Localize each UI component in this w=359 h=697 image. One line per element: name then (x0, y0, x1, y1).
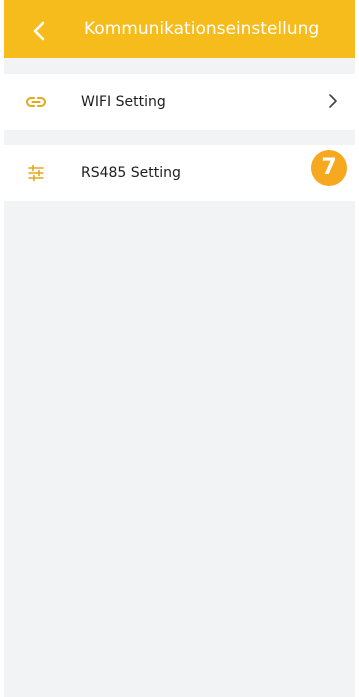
communication-settings-screen: Kommunikationseinstellung WIFI Setting R… (4, 0, 355, 697)
wifi-setting-label: WIFI Setting (81, 94, 166, 110)
chevron-right-icon (329, 94, 337, 108)
back-button[interactable] (24, 16, 54, 46)
app-header: Kommunikationseinstellung (4, 0, 355, 58)
page-title: Kommunikationseinstellung (84, 19, 320, 39)
rs485-setting-label: RS485 Setting (81, 165, 181, 181)
sliders-icon (26, 163, 46, 183)
wifi-setting-item[interactable]: WIFI Setting (4, 74, 355, 130)
step-badge: 7 (311, 150, 347, 186)
chevron-left-icon (33, 21, 45, 41)
rs485-setting-item[interactable]: RS485 Setting (4, 145, 355, 201)
link-icon (26, 92, 46, 112)
